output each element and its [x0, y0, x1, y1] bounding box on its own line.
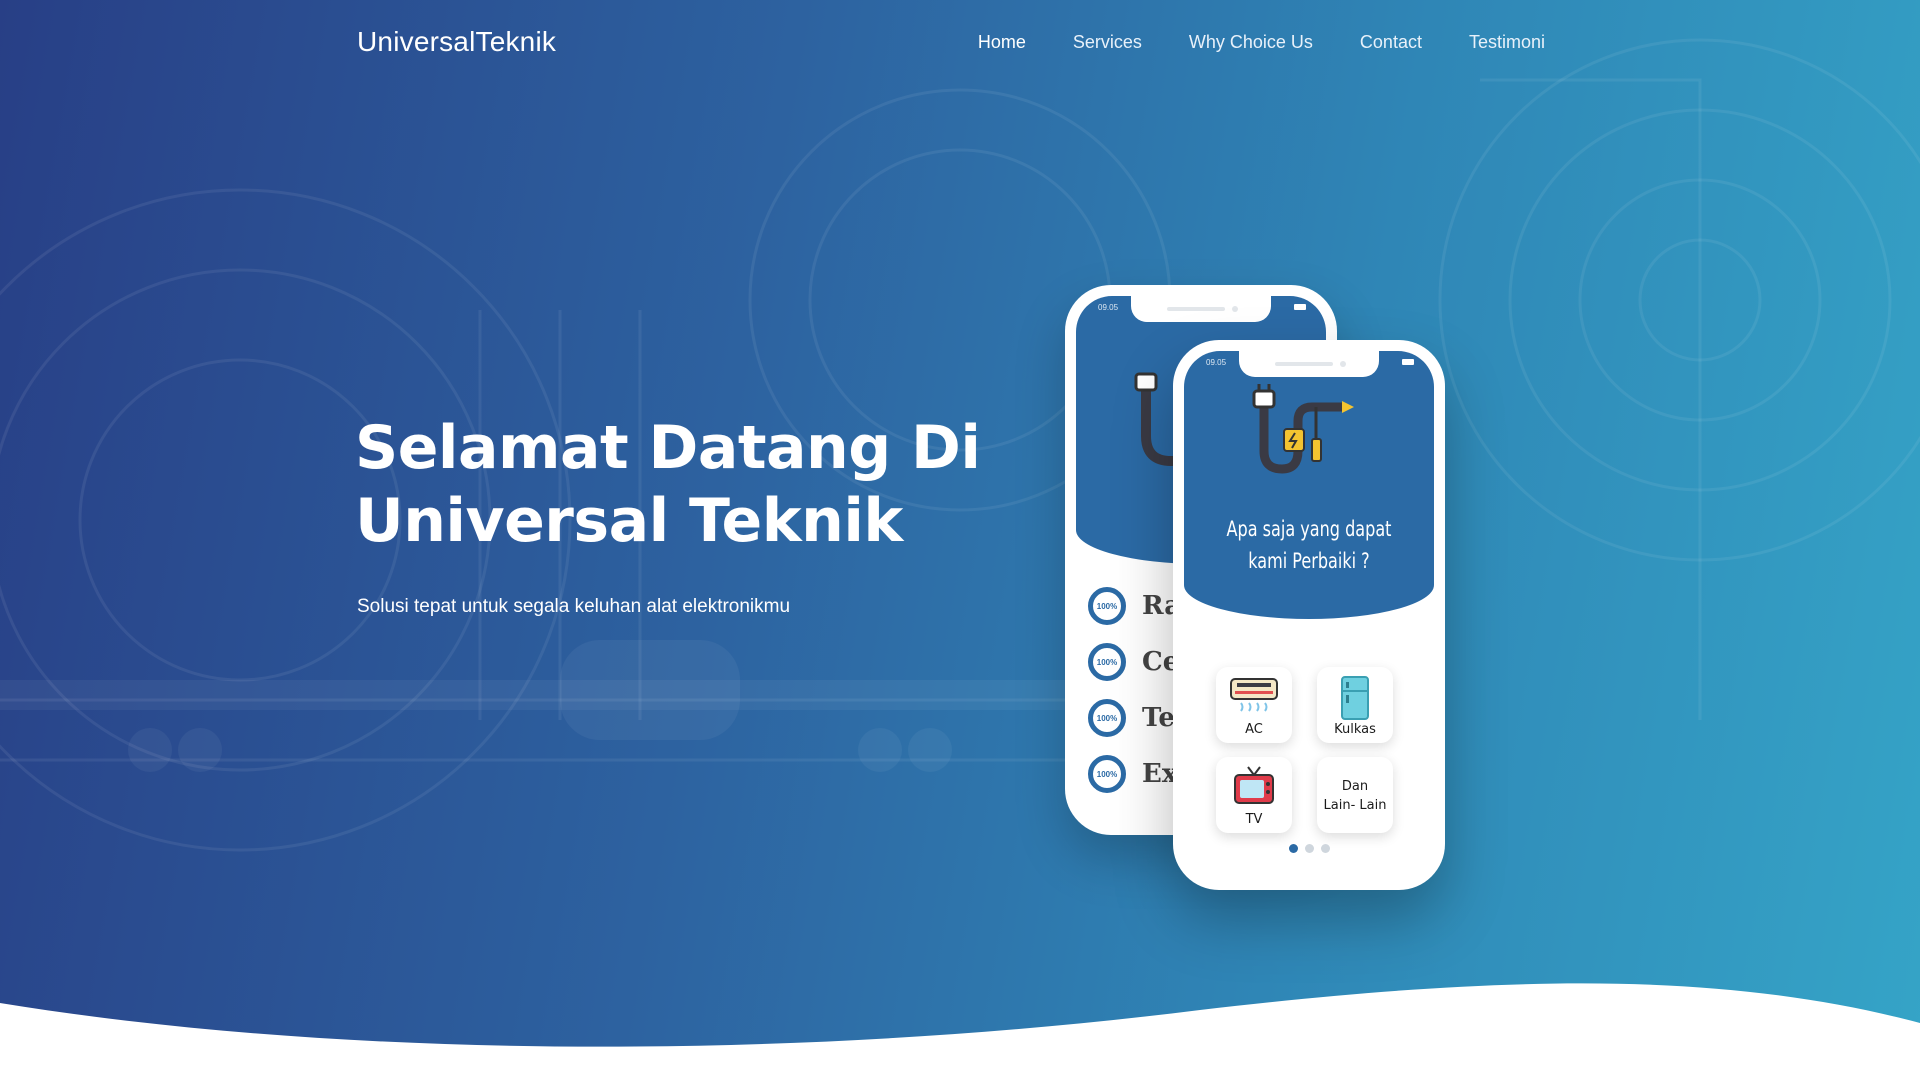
service-card-kulkas[interactable]: Kulkas [1317, 667, 1393, 743]
hero-title-line-2: Universal Teknik [355, 486, 903, 556]
service-card-tv[interactable]: TV [1216, 757, 1292, 833]
percent-badge: 100% [1088, 643, 1126, 681]
phone-notch [1239, 351, 1379, 377]
hero-section: UniversalTeknik Home Services Why Choice… [0, 0, 1920, 1080]
carousel-dot-1[interactable] [1288, 844, 1298, 853]
service-card-dan-lain-lain[interactable]: Dan Lain- Lain [1317, 757, 1393, 833]
service-card-label: Kulkas [1334, 722, 1376, 737]
phone-front-screen: Apa saja yang dapat kami Perbaiki ? 09.0… [1184, 351, 1434, 879]
phone-front-clock: 09.05 [1206, 358, 1227, 367]
television-icon [1234, 766, 1274, 804]
battery-icon [1402, 359, 1414, 365]
service-card-ac[interactable]: AC [1216, 667, 1292, 743]
phone-back-clock: 09.05 [1098, 303, 1119, 312]
card-text-line-1: Dan [1341, 779, 1369, 794]
phone-mockup-front: Apa saja yang dapat kami Perbaiki ? 09.0… [1173, 340, 1445, 890]
feature-list-item: 100% Ex [1088, 746, 1181, 802]
carousel-indicators [1184, 844, 1434, 853]
nav-link-services[interactable]: Services [1073, 32, 1142, 53]
feature-list-item: 100% Ra [1088, 578, 1181, 634]
bottom-wave-divider [0, 983, 1920, 1080]
feature-list: 100% Ra 100% Ce 100% Te 100% Ex [1088, 578, 1181, 802]
air-conditioner-icon [1230, 678, 1278, 712]
phone-notch [1131, 296, 1271, 322]
carousel-dot-2[interactable] [1304, 844, 1314, 853]
card-text-line-2: Lain- Lain [1323, 798, 1387, 813]
hero-title: Selamat Datang Di Universal Teknik [355, 412, 1055, 558]
phone-front-header: Apa saja yang dapat kami Perbaiki ? [1184, 351, 1434, 619]
percent-badge: 100% [1088, 587, 1126, 625]
nav-link-home[interactable]: Home [978, 32, 1026, 53]
service-card-label: Dan Lain- Lain [1317, 777, 1393, 815]
service-cards-grid: AC Kulkas TV Dan Lain- Lain [1216, 667, 1408, 833]
percent-badge: 100% [1088, 699, 1126, 737]
hero-subtitle: Solusi tepat untuk segala keluhan alat e… [357, 596, 791, 617]
service-card-label: TV [1245, 812, 1263, 827]
nav-link-why-choice-us[interactable]: Why Choice Us [1189, 32, 1313, 53]
feature-list-item: 100% Te [1088, 690, 1181, 746]
hero-title-line-1: Selamat Datang Di [355, 413, 981, 483]
carousel-dot-3[interactable] [1320, 844, 1330, 853]
plug-cable-icon [1252, 384, 1354, 474]
screen-heading-line-1: Apa saja yang dapat [1226, 517, 1392, 541]
brand-logo[interactable]: UniversalTeknik [357, 26, 556, 58]
main-nav: Home Services Why Choice Us Contact Test… [978, 32, 1545, 53]
feature-text: Te [1142, 703, 1175, 733]
refrigerator-icon [1341, 676, 1369, 720]
percent-badge: 100% [1088, 755, 1126, 793]
battery-icon [1294, 304, 1306, 310]
screen-heading: Apa saja yang dapat kami Perbaiki ? [1203, 513, 1416, 577]
nav-link-contact[interactable]: Contact [1360, 32, 1422, 53]
nav-link-testimoni[interactable]: Testimoni [1469, 32, 1545, 53]
screen-heading-line-2: kami Perbaiki ? [1248, 549, 1370, 573]
service-card-label: AC [1245, 722, 1263, 737]
feature-list-item: 100% Ce [1088, 634, 1181, 690]
